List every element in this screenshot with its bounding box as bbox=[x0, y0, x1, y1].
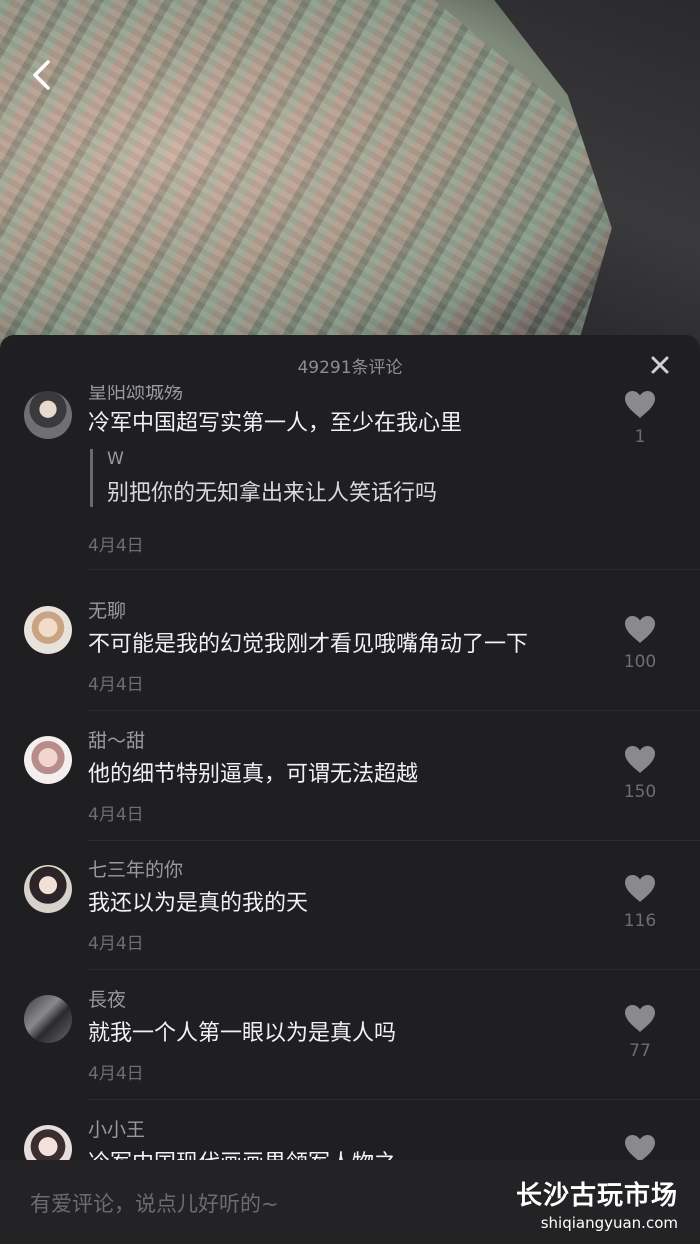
comment-input[interactable]: 有爱评论，说点儿好听的~ bbox=[30, 1188, 279, 1218]
like-button[interactable]: 116 bbox=[602, 873, 678, 931]
heart-icon[interactable] bbox=[623, 873, 657, 903]
like-count: 100 bbox=[623, 652, 657, 672]
comment-username[interactable]: 長夜 bbox=[88, 985, 126, 1012]
comment-username[interactable]: 甜～甜 bbox=[88, 726, 145, 753]
like-button[interactable]: 77 bbox=[602, 1003, 678, 1061]
comments-sheet: 49291条评论 皇阳颂城殇 冷军中国超写实第一人，至少在我心里 W 别把你的无… bbox=[0, 335, 700, 1244]
close-icon[interactable] bbox=[648, 353, 672, 377]
comment-username[interactable]: 七三年的你 bbox=[88, 855, 183, 882]
comment-date: 4月4日 bbox=[88, 1064, 144, 1084]
video-background[interactable] bbox=[0, 0, 700, 380]
back-arrow-icon[interactable] bbox=[28, 58, 56, 92]
like-count: 77 bbox=[629, 1041, 651, 1061]
avatar[interactable] bbox=[24, 391, 72, 439]
comment-username[interactable]: 小小王 bbox=[88, 1115, 145, 1142]
comment-text[interactable]: 不可能是我的幻觉我刚才看见哦嘴角动了一下 bbox=[88, 626, 528, 658]
avatar[interactable] bbox=[24, 736, 72, 784]
comment-text[interactable]: 我还以为是真的我的天 bbox=[88, 885, 308, 917]
heart-icon[interactable] bbox=[623, 389, 657, 419]
avatar[interactable] bbox=[24, 995, 72, 1043]
divider bbox=[88, 569, 700, 570]
like-button[interactable]: 150 bbox=[602, 744, 678, 802]
divider bbox=[88, 840, 700, 841]
watermark-url: shiqiangyuan.com bbox=[540, 1214, 678, 1232]
comment-username[interactable]: 皇阳颂城殇 bbox=[88, 385, 183, 404]
watermark: 长沙古玩市场 shiqiangyuan.com bbox=[516, 1175, 678, 1232]
comment-date: 4月4日 bbox=[88, 536, 144, 556]
avatar[interactable] bbox=[24, 1125, 72, 1165]
like-button[interactable]: 100 bbox=[602, 614, 678, 672]
heart-icon[interactable] bbox=[623, 1133, 657, 1163]
comment-username[interactable]: 无聊 bbox=[88, 596, 126, 623]
avatar[interactable] bbox=[24, 865, 72, 913]
divider bbox=[88, 710, 700, 711]
like-button[interactable]: 1 bbox=[602, 389, 678, 447]
divider bbox=[88, 1099, 700, 1100]
heart-icon[interactable] bbox=[623, 614, 657, 644]
like-count: 116 bbox=[623, 911, 657, 931]
reply-block[interactable]: W 别把你的无知拿出来让人笑话行吗 bbox=[90, 449, 437, 507]
comment-date: 4月4日 bbox=[88, 675, 144, 695]
like-count: 150 bbox=[623, 782, 657, 802]
like-button[interactable] bbox=[602, 1133, 678, 1163]
heart-icon[interactable] bbox=[623, 744, 657, 774]
reply-username[interactable]: W bbox=[107, 449, 437, 469]
like-count: 1 bbox=[634, 427, 646, 447]
comment-text[interactable]: 冷军中国超写实第一人，至少在我心里 bbox=[88, 405, 462, 437]
comment-text[interactable]: 就我一个人第一眼以为是真人吗 bbox=[88, 1015, 396, 1047]
comment-date: 4月4日 bbox=[88, 805, 144, 825]
comment-text[interactable]: 他的细节特别逼真，可谓无法超越 bbox=[88, 756, 418, 788]
watermark-title: 长沙古玩市场 bbox=[515, 1181, 678, 1211]
reply-text: 别把你的无知拿出来让人笑话行吗 bbox=[107, 481, 438, 506]
avatar[interactable] bbox=[24, 606, 72, 654]
heart-icon[interactable] bbox=[623, 1003, 657, 1033]
comment-date: 4月4日 bbox=[88, 934, 144, 954]
divider bbox=[88, 969, 700, 970]
comment-count-title: 49291条评论 bbox=[297, 358, 403, 378]
comment-list[interactable]: 皇阳颂城殇 冷军中国超写实第一人，至少在我心里 W 别把你的无知拿出来让人笑话行… bbox=[0, 385, 700, 1165]
